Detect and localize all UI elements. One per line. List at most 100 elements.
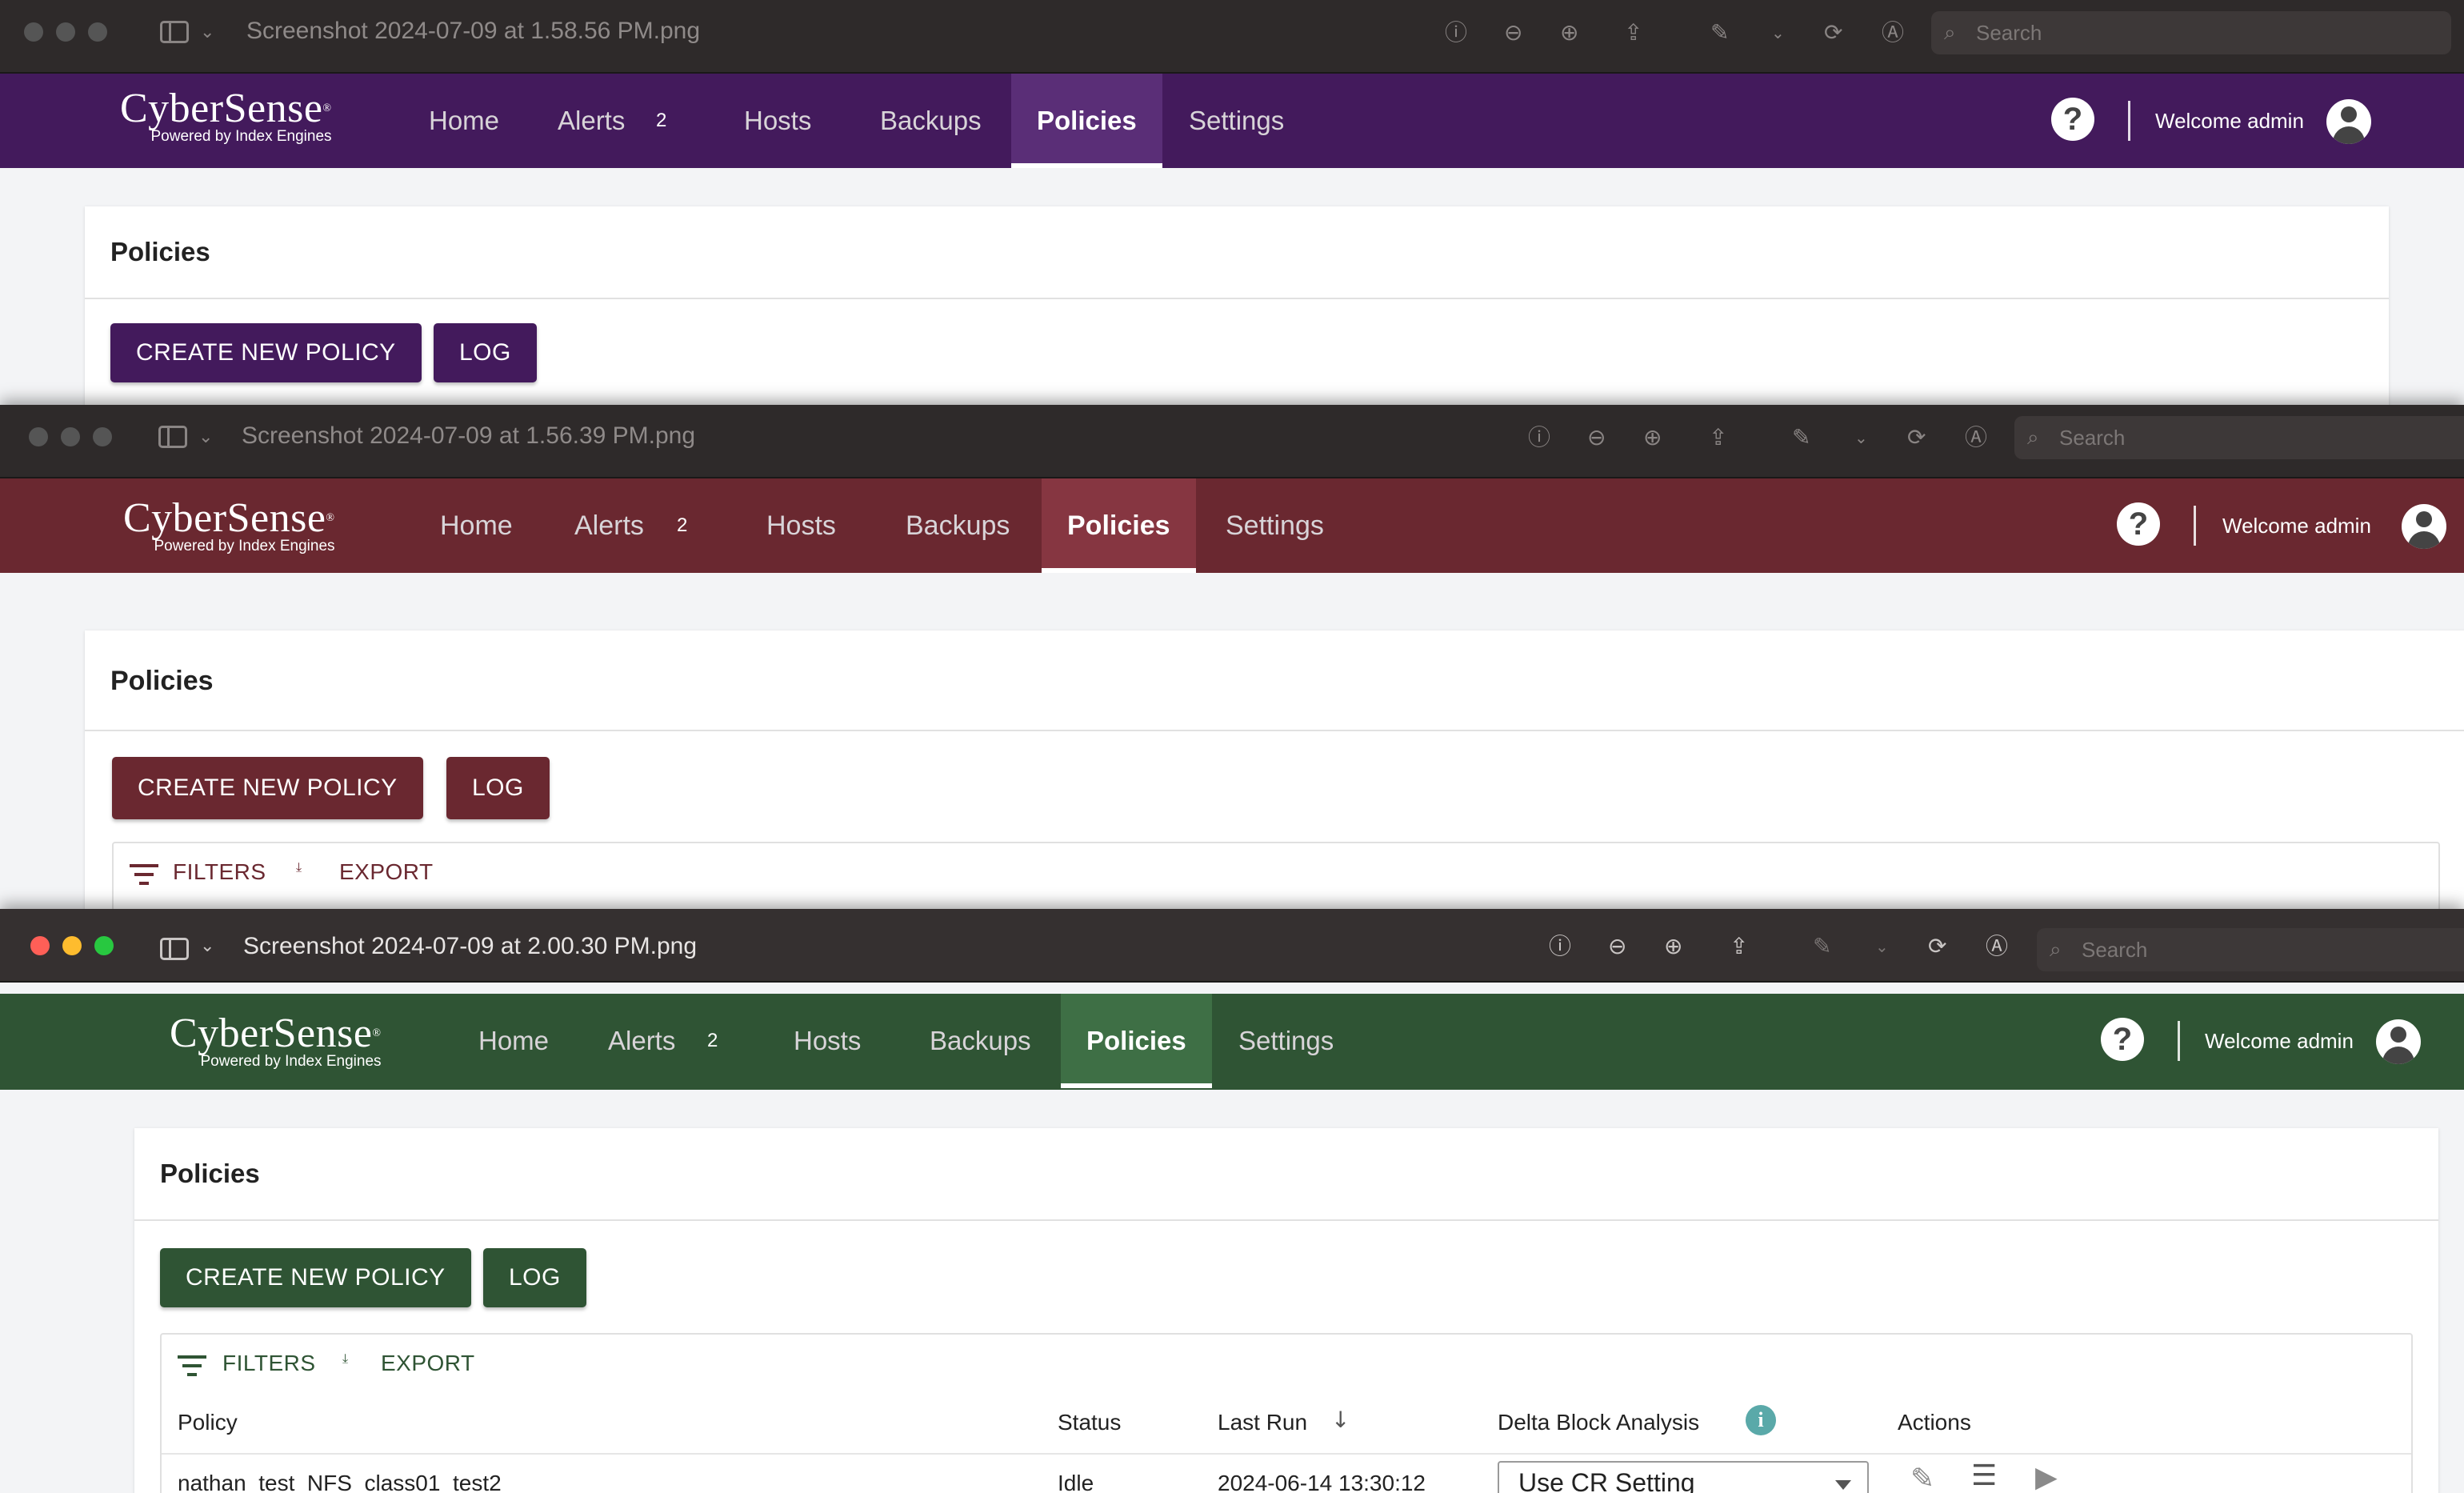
zoom-window-button[interactable] [93, 427, 112, 446]
minimize-window-button[interactable] [56, 22, 75, 42]
list-icon[interactable]: ☰ [1971, 1459, 1997, 1492]
nav-settings[interactable]: Settings [1213, 994, 1359, 1088]
delta-block-analysis-select[interactable]: Use CR Setting [1498, 1461, 1869, 1493]
help-icon[interactable]: ? [2117, 502, 2160, 546]
nav-backups[interactable]: Backups [880, 478, 1035, 573]
zoom-in-icon[interactable]: ⊕ [1560, 21, 1578, 45]
header-divider [162, 1453, 2411, 1455]
minimize-window-button[interactable] [62, 936, 82, 955]
close-window-button[interactable] [29, 427, 48, 446]
nav-policies[interactable]: Policies [1011, 74, 1162, 168]
nav-hosts[interactable]: Hosts [768, 994, 886, 1088]
export-icon[interactable]: ⤓ [296, 859, 320, 883]
nav-settings[interactable]: Settings [1163, 74, 1310, 168]
page-title: Policies [110, 666, 214, 696]
filter-icon[interactable] [178, 1355, 206, 1376]
create-new-policy-button[interactable]: CREATE NEW POLICY [160, 1248, 471, 1307]
log-button[interactable]: LOG [483, 1248, 586, 1307]
log-button[interactable]: LOG [446, 757, 550, 819]
search-input[interactable]: ⌕ Search [2014, 416, 2464, 459]
chevron-down-icon[interactable]: ⌄ [198, 426, 213, 450]
nav-policies[interactable]: Policies [1061, 994, 1212, 1088]
info-icon[interactable]: ⓘ [1445, 21, 1467, 45]
search-input[interactable]: ⌕ Search [1931, 11, 2451, 54]
rotate-icon[interactable]: ⟳ [1824, 21, 1842, 45]
chevron-down-icon[interactable]: ⌄ [1854, 426, 1868, 450]
cybersense-logo[interactable]: CyberSense® Powered by Index Engines [120, 86, 332, 146]
chevron-down-icon[interactable]: ⌄ [1875, 935, 1889, 959]
user-avatar-icon[interactable] [2376, 1019, 2421, 1064]
help-icon[interactable]: ? [2051, 98, 2094, 141]
sort-descending-icon[interactable]: ↓ [1331, 1407, 1350, 1433]
share-icon[interactable]: ⇪ [1709, 426, 1727, 450]
nav-alerts[interactable]: Alerts [532, 74, 650, 168]
zoom-in-icon[interactable]: ⊕ [1664, 935, 1682, 959]
sidebar-toggle-icon[interactable] [160, 21, 189, 43]
chevron-down-icon[interactable]: ⌄ [200, 21, 214, 45]
rotate-icon[interactable]: ⟳ [1907, 426, 1926, 450]
export-button[interactable]: EXPORT [339, 859, 434, 885]
zoom-in-icon[interactable]: ⊕ [1643, 426, 1662, 450]
annotate-icon[interactable]: Ⓐ [1882, 21, 1904, 45]
zoom-window-button[interactable] [88, 22, 107, 42]
edit-pencil-icon[interactable]: ✎ [1910, 1463, 1934, 1493]
viewer-window-3: ⌄ Screenshot 2024-07-09 at 2.00.30 PM.pn… [0, 909, 2464, 1493]
close-window-button[interactable] [24, 22, 43, 42]
cybersense-logo[interactable]: CyberSense® Powered by Index Engines [123, 496, 335, 555]
rotate-icon[interactable]: ⟳ [1928, 935, 1946, 959]
nav-hosts[interactable]: Hosts [718, 74, 837, 168]
close-window-button[interactable] [30, 936, 50, 955]
info-icon[interactable]: i [1746, 1405, 1776, 1435]
nav-alerts[interactable]: Alerts [582, 994, 701, 1088]
chevron-down-icon[interactable]: ⌄ [200, 935, 214, 959]
nav-home[interactable]: Home [453, 994, 574, 1088]
user-avatar-icon[interactable] [2326, 99, 2371, 144]
app-nav-bar: CyberSense® Powered by Index Engines Hom… [0, 74, 2464, 168]
document-title: Screenshot 2024-07-09 at 2.00.30 PM.png [243, 933, 698, 959]
filter-icon[interactable] [130, 864, 158, 885]
nav-alerts[interactable]: Alerts [549, 478, 670, 573]
help-icon[interactable]: ? [2101, 1018, 2144, 1061]
info-icon[interactable]: ⓘ [1528, 426, 1550, 450]
filters-button[interactable]: FILTERS [222, 1351, 316, 1376]
filters-button[interactable]: FILTERS [173, 859, 266, 885]
create-new-policy-button[interactable]: CREATE NEW POLICY [112, 757, 423, 819]
column-header-last-run[interactable]: Last Run [1218, 1410, 1307, 1435]
nav-settings[interactable]: Settings [1200, 478, 1350, 573]
column-header-delta-block-analysis[interactable]: Delta Block Analysis [1498, 1410, 1699, 1435]
export-button[interactable]: EXPORT [381, 1351, 475, 1376]
zoom-out-icon[interactable]: ⊖ [1504, 21, 1522, 45]
share-icon[interactable]: ⇪ [1730, 935, 1748, 959]
column-header-status[interactable]: Status [1058, 1410, 1121, 1435]
search-input[interactable]: ⌕ Search [2037, 928, 2464, 971]
markup-icon[interactable]: ✎ [1710, 21, 1729, 45]
zoom-out-icon[interactable]: ⊖ [1608, 935, 1626, 959]
nav-home[interactable]: Home [403, 74, 525, 168]
nav-policies[interactable]: Policies [1042, 478, 1196, 573]
info-icon[interactable]: ⓘ [1549, 935, 1571, 959]
export-icon[interactable]: ⤓ [342, 1351, 366, 1375]
chevron-down-icon[interactable]: ⌄ [1771, 21, 1785, 45]
nav-backups[interactable]: Backups [904, 994, 1057, 1088]
log-button[interactable]: LOG [434, 323, 537, 382]
search-placeholder: Search [2082, 938, 2148, 962]
policy-name[interactable]: nathan_test_NFS_class01_test2 [178, 1471, 502, 1493]
minimize-window-button[interactable] [61, 427, 80, 446]
column-header-policy[interactable]: Policy [178, 1410, 238, 1435]
cybersense-logo[interactable]: CyberSense® Powered by Index Engines [170, 1011, 382, 1071]
create-new-policy-button[interactable]: CREATE NEW POLICY [110, 323, 422, 382]
annotate-icon[interactable]: Ⓐ [1986, 935, 2008, 959]
share-icon[interactable]: ⇪ [1624, 21, 1642, 45]
run-play-icon[interactable]: ▶ [2035, 1461, 2058, 1493]
zoom-out-icon[interactable]: ⊖ [1587, 426, 1606, 450]
markup-icon[interactable]: ✎ [1792, 426, 1810, 450]
markup-icon[interactable]: ✎ [1813, 935, 1831, 959]
nav-backups[interactable]: Backups [854, 74, 1007, 168]
zoom-window-button[interactable] [94, 936, 114, 955]
sidebar-toggle-icon[interactable] [160, 938, 189, 960]
nav-home[interactable]: Home [414, 478, 538, 573]
sidebar-toggle-icon[interactable] [158, 426, 187, 448]
nav-hosts[interactable]: Hosts [741, 478, 862, 573]
annotate-icon[interactable]: Ⓐ [1965, 426, 1987, 450]
user-avatar-icon[interactable] [2402, 504, 2446, 549]
